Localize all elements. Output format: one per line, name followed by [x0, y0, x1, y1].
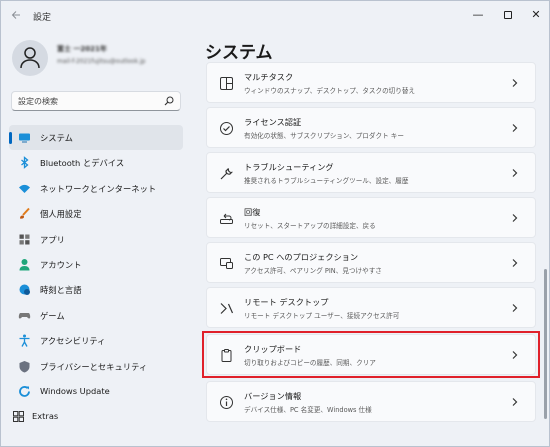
maximize-button[interactable]	[497, 5, 519, 25]
sidebar-item-label: 個人用設定	[40, 209, 82, 220]
card-title: リモート デスクトップ	[244, 297, 329, 307]
card-remote-desktop[interactable]: リモート デスクトップ リモート デスクトップ ユーザー、接続アクセス許可	[206, 287, 536, 328]
info-icon	[220, 396, 233, 409]
card-title: ライセンス認証	[244, 117, 302, 127]
card-description: デバイス仕様、PC 名変更、Windows 仕様	[244, 406, 372, 414]
app-title: 設定	[33, 13, 52, 23]
selection-indicator	[9, 132, 12, 144]
card-activation[interactable]: ライセンス認証 有効化の状態、サブスクリプション、プロダクト キー	[206, 107, 536, 148]
chevron-right-icon	[512, 259, 518, 267]
sidebar-item-time-language[interactable]: 時刻と言語	[9, 277, 183, 302]
sidebar-item-label: アプリ	[40, 234, 65, 245]
sidebar-item-network[interactable]: ネットワークとインターネット	[9, 176, 183, 201]
sidebar-item-label: ゲーム	[40, 310, 65, 321]
card-projection[interactable]: この PC へのプロジェクション アクセス許可、ペアリング PIN、見つけやすさ	[206, 242, 536, 283]
card-title: この PC へのプロジェクション	[244, 252, 359, 262]
wifi-icon	[19, 184, 30, 193]
sidebar-item-label: Windows Update	[40, 385, 110, 396]
card-description: リモート デスクトップ ユーザー、接続アクセス許可	[244, 312, 400, 320]
sidebar-item-label: Extras	[32, 411, 59, 422]
sidebar-item-extras[interactable]: Extras	[9, 404, 183, 429]
chevron-right-icon	[512, 169, 518, 177]
sidebar-item-label: 時刻と言語	[40, 285, 82, 296]
sidebar-item-label: ネットワークとインターネット	[40, 183, 157, 194]
multitask-icon	[220, 77, 233, 90]
card-description: 推奨されるトラブルシューティングツール、設定、履歴	[244, 177, 409, 185]
chevron-right-icon	[512, 304, 518, 312]
search-input[interactable]	[18, 95, 158, 108]
page-title: システム	[205, 43, 273, 63]
sidebar-item-windows-update[interactable]: Windows Update	[9, 379, 183, 404]
sidebar-item-apps[interactable]: アプリ	[9, 227, 183, 252]
card-description: リセット、スタートアップの詳細設定、戻る	[244, 222, 376, 230]
card-title: マルチタスク	[244, 72, 294, 82]
title-bar: 設定 — ✕	[1, 1, 549, 31]
gamepad-icon	[18, 312, 31, 319]
card-clipboard[interactable]: クリップボード 切り取りおよびコピーの履歴、同期、クリア	[206, 334, 536, 375]
clipboard-icon	[221, 349, 232, 362]
person-icon	[19, 258, 30, 271]
card-multitasking[interactable]: マルチタスク ウィンドウのスナップ、デスクトップ、タスクの切り替え	[206, 62, 536, 103]
close-button[interactable]: ✕	[525, 5, 547, 25]
chevron-right-icon	[512, 214, 518, 222]
card-description: アクセス許可、ペアリング PIN、見つけやすさ	[244, 267, 382, 275]
card-description: 有効化の状態、サブスクリプション、プロダクト キー	[244, 132, 404, 140]
card-description: 切り取りおよびコピーの履歴、同期、クリア	[244, 359, 376, 367]
sidebar-item-label: プライバシーとセキュリティ	[40, 361, 148, 372]
projection-icon	[220, 258, 233, 269]
sidebar-item-label: Bluetooth とデバイス	[40, 158, 125, 169]
search-box[interactable]	[11, 91, 181, 111]
minimize-button[interactable]: —	[467, 5, 489, 25]
card-about[interactable]: バージョン情報 デバイス仕様、PC 名変更、Windows 仕様	[206, 381, 536, 422]
sidebar-item-bluetooth[interactable]: Bluetooth とデバイス	[9, 150, 183, 175]
sidebar-item-accounts[interactable]: アカウント	[9, 252, 183, 277]
settings-list: マルチタスク ウィンドウのスナップ、デスクトップ、タスクの切り替え ライセンス認…	[206, 62, 536, 446]
remote-desktop-icon	[220, 303, 234, 314]
globe-clock-icon	[19, 284, 30, 296]
person-avatar-icon	[20, 47, 40, 69]
wrench-icon	[220, 168, 234, 180]
sidebar-nav: システム Bluetooth とデバイス ネットワークとインターネット 個人用設…	[9, 125, 183, 430]
sidebar-item-label: システム	[40, 133, 73, 143]
sidebar-item-accessibility[interactable]: アクセシビリティ	[9, 328, 183, 353]
bluetooth-icon	[21, 156, 29, 170]
extras-grid-icon	[13, 411, 24, 423]
recovery-icon	[220, 213, 233, 224]
card-troubleshoot[interactable]: トラブルシューティング 推奨されるトラブルシューティングツール、設定、履歴	[206, 152, 536, 193]
sidebar-item-label: アクセシビリティ	[40, 336, 106, 347]
chevron-right-icon	[512, 79, 518, 87]
sidebar-item-system[interactable]: システム	[9, 125, 183, 151]
card-description: ウィンドウのスナップ、デスクトップ、タスクの切り替え	[244, 87, 416, 95]
card-recovery[interactable]: 回復 リセット、スタートアップの詳細設定、戻る	[206, 197, 536, 238]
chevron-right-icon	[512, 351, 518, 359]
card-title: バージョン情報	[244, 391, 302, 401]
sidebar-item-privacy-security[interactable]: プライバシーとセキュリティ	[9, 354, 183, 379]
update-icon	[19, 385, 30, 397]
sidebar-item-personalization[interactable]: 個人用設定	[9, 201, 183, 226]
avatar[interactable]	[12, 40, 48, 76]
search-icon[interactable]	[164, 96, 174, 106]
card-title: クリップボード	[244, 344, 302, 354]
user-name: 富士 一2021年	[57, 45, 107, 53]
chevron-right-icon	[512, 398, 518, 406]
scrollbar[interactable]	[544, 61, 547, 441]
accessibility-icon	[19, 334, 30, 347]
shield-icon	[19, 360, 30, 373]
card-title: 回復	[244, 207, 261, 217]
chevron-right-icon	[512, 124, 518, 132]
monitor-icon	[19, 133, 30, 143]
sidebar-item-label: アカウント	[40, 259, 82, 270]
user-email: mail-f-2021fujitsu@outlook.jp	[57, 58, 146, 65]
brush-icon	[20, 207, 30, 219]
scrollbar-thumb[interactable]	[544, 269, 547, 419]
maximize-icon	[504, 11, 512, 19]
check-circle-icon	[220, 122, 233, 135]
apps-icon	[19, 234, 30, 245]
back-arrow-icon	[11, 11, 20, 19]
back-button[interactable]	[7, 7, 25, 25]
sidebar-item-gaming[interactable]: ゲーム	[9, 303, 183, 328]
card-title: トラブルシューティング	[244, 162, 334, 172]
settings-window: 設定 — ✕ 富士 一2021年 mail-f-2021fujitsu@outl…	[0, 0, 550, 447]
